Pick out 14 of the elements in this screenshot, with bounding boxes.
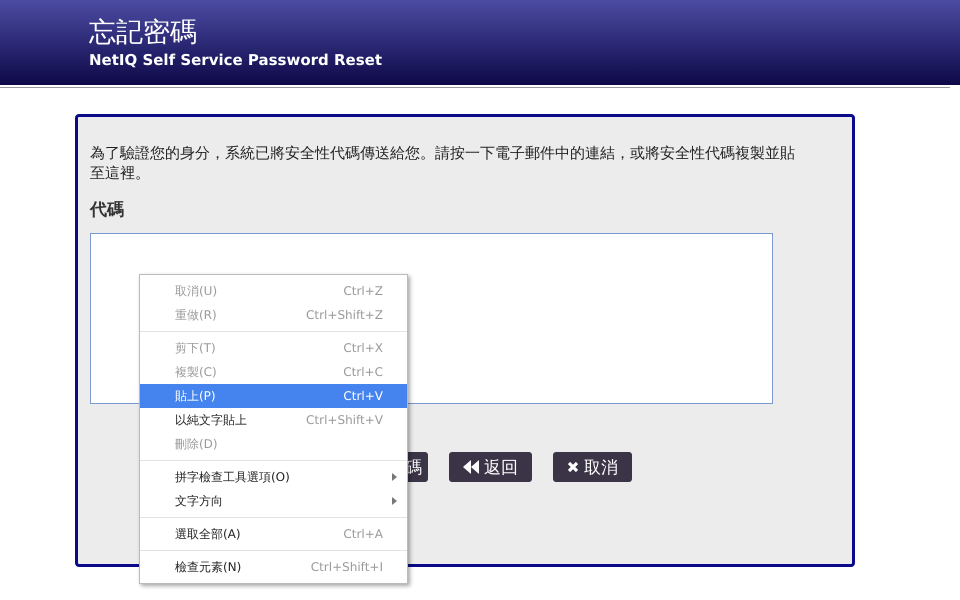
menu-item[interactable]: 檢查元素(N) Ctrl+Shift+I <box>140 555 407 579</box>
menu-item[interactable]: 文字方向 <box>140 489 407 513</box>
rewind-icon <box>463 460 479 474</box>
menu-item[interactable]: 選取全部(A) Ctrl+A <box>140 522 407 546</box>
instruction-text: 為了驗證您的身分，系統已將安全性代碼傳送給您。請按一下電子郵件中的連結，或將安全性代碼複製並貼至這裡。 <box>90 143 796 183</box>
back-button[interactable]: 返回 <box>449 452 532 482</box>
cancel-button[interactable]: 取消 <box>553 452 632 482</box>
product-name: NetIQ Self Service Password Reset <box>89 50 382 70</box>
menu-item[interactable]: 貼上(P) Ctrl+V <box>140 384 407 408</box>
menu-item[interactable]: 以純文字貼上 Ctrl+Shift+V <box>140 408 407 432</box>
page-title: 忘記密碼 <box>89 16 197 50</box>
menu-item[interactable]: 拼字檢查工具選項(O) <box>140 465 407 489</box>
close-icon <box>567 461 579 473</box>
field-label: 代碼 <box>90 199 124 221</box>
